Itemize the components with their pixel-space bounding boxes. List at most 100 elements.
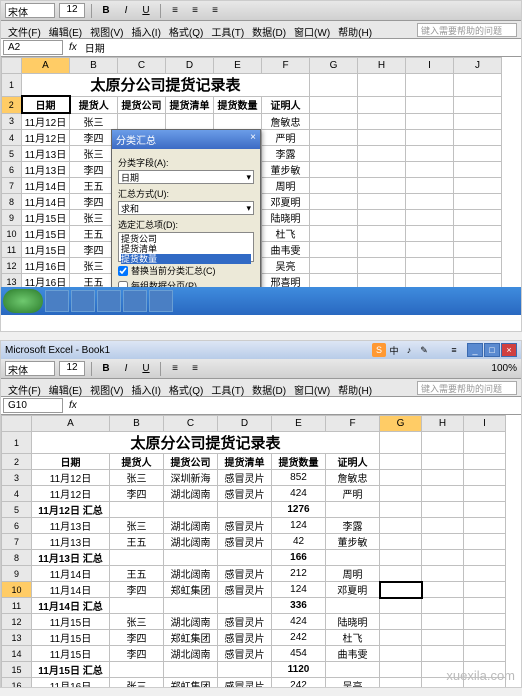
cell[interactable]: 董步敏 xyxy=(262,162,310,178)
cell[interactable]: 邢喜明 xyxy=(262,274,310,288)
menu-data[interactable]: 数据(D) xyxy=(249,381,289,394)
fx-icon[interactable]: fx xyxy=(65,42,81,53)
cell[interactable] xyxy=(110,550,164,566)
underline-button[interactable]: U xyxy=(138,361,154,377)
cell[interactable]: 感冒灵片 xyxy=(218,614,272,630)
menu-help[interactable]: 帮助(H) xyxy=(335,23,375,36)
row-header[interactable]: 2 xyxy=(2,96,22,113)
menu-view[interactable]: 视图(V) xyxy=(87,381,126,394)
menu-insert[interactable]: 插入(I) xyxy=(128,381,163,394)
cell[interactable]: 11月13日 xyxy=(32,534,110,550)
cell[interactable]: 242 xyxy=(272,678,326,688)
cell[interactable]: 11月16日 xyxy=(22,258,70,274)
menu-insert[interactable]: 插入(I) xyxy=(128,23,163,36)
cell[interactable]: 李露 xyxy=(326,518,380,534)
taskbar-item[interactable] xyxy=(97,290,121,312)
size-select[interactable]: 12 xyxy=(59,361,85,376)
cell[interactable]: 李四 xyxy=(110,486,164,502)
pagebreak-checkbox[interactable]: 每组数据分页(P) xyxy=(118,279,254,287)
cell[interactable]: 11月16日 xyxy=(22,274,70,288)
cell[interactable]: 124 xyxy=(272,518,326,534)
sogou-ime-bar[interactable]: S中♪✎≡ xyxy=(372,343,461,357)
cell[interactable]: 周明 xyxy=(326,566,380,582)
cell[interactable]: 李四 xyxy=(110,630,164,646)
name-box[interactable]: G10 xyxy=(3,398,63,413)
cell[interactable]: 1276 xyxy=(272,502,326,518)
col-header[interactable]: E xyxy=(214,58,262,74)
col-header[interactable]: H xyxy=(422,416,464,432)
cell[interactable]: 336 xyxy=(272,598,326,614)
replace-checkbox[interactable]: 替换当前分类汇总(C) xyxy=(118,264,254,277)
cell[interactable]: 周明 xyxy=(262,178,310,194)
cell[interactable]: 11月14日 xyxy=(32,582,110,598)
menu-file[interactable]: 文件(F) xyxy=(5,23,44,36)
row-header[interactable]: 7 xyxy=(2,178,22,194)
row-header[interactable]: 14 xyxy=(2,646,32,662)
cell[interactable]: 张三 xyxy=(110,678,164,688)
cell[interactable]: 11月14日 汇总 xyxy=(32,598,110,614)
cell[interactable]: 11月15日 汇总 xyxy=(32,662,110,678)
font-select[interactable]: 宋体 xyxy=(5,361,55,376)
taskbar-item[interactable] xyxy=(123,290,147,312)
cell[interactable]: 张三 xyxy=(110,614,164,630)
cell[interactable]: 感冒灵片 xyxy=(218,518,272,534)
row-header[interactable]: 13 xyxy=(2,274,22,288)
col-header[interactable]: J xyxy=(454,58,502,74)
cell[interactable]: 董步敏 xyxy=(326,534,380,550)
cell[interactable]: 11月15日 xyxy=(32,646,110,662)
cell[interactable] xyxy=(218,502,272,518)
menu-file[interactable]: 文件(F) xyxy=(5,381,44,394)
cell[interactable]: 张三 xyxy=(70,113,118,130)
row-header[interactable]: 5 xyxy=(2,146,22,162)
cell[interactable]: 郑虹集团 xyxy=(164,582,218,598)
row-header[interactable]: 1 xyxy=(2,74,22,97)
cell[interactable] xyxy=(164,502,218,518)
help-search[interactable]: 键入需要帮助的问题 xyxy=(417,381,517,395)
cell[interactable]: 詹敏忠 xyxy=(262,113,310,130)
cell[interactable]: 严明 xyxy=(262,130,310,146)
cell[interactable]: 124 xyxy=(272,582,326,598)
name-box[interactable]: A2 xyxy=(3,40,63,55)
cell[interactable]: 感冒灵片 xyxy=(218,630,272,646)
col-header[interactable]: A xyxy=(32,416,110,432)
cell[interactable]: 212 xyxy=(272,566,326,582)
col-header[interactable]: B xyxy=(70,58,118,74)
cell[interactable]: 严明 xyxy=(326,486,380,502)
cell[interactable] xyxy=(110,502,164,518)
size-select[interactable]: 12 xyxy=(59,3,85,18)
cell[interactable]: 852 xyxy=(272,470,326,486)
align-left-icon[interactable]: ≡ xyxy=(167,361,183,377)
menu-view[interactable]: 视图(V) xyxy=(87,23,126,36)
cell[interactable]: 湖北阔南 xyxy=(164,518,218,534)
menu-window[interactable]: 窗口(W) xyxy=(291,381,333,394)
menu-tools[interactable]: 工具(T) xyxy=(208,381,247,394)
cell[interactable]: 陆晓明 xyxy=(262,210,310,226)
row-header[interactable]: 11 xyxy=(2,242,22,258)
cell[interactable] xyxy=(214,113,262,130)
taskbar-item[interactable] xyxy=(149,290,173,312)
font-select[interactable]: 宋体 xyxy=(5,3,55,18)
row-header[interactable]: 6 xyxy=(2,162,22,178)
help-search[interactable]: 键入需要帮助的问题 xyxy=(417,23,517,37)
cell[interactable]: 感冒灵片 xyxy=(218,470,272,486)
formula-input[interactable]: 日期 xyxy=(81,39,521,56)
cell[interactable] xyxy=(166,113,214,130)
row-header[interactable]: 3 xyxy=(2,470,32,486)
menu-format[interactable]: 格式(Q) xyxy=(166,381,206,394)
cell[interactable]: 11月16日 xyxy=(32,678,110,688)
bold-button[interactable]: B xyxy=(98,361,114,377)
menu-data[interactable]: 数据(D) xyxy=(249,23,289,36)
cell[interactable]: 11月13日 xyxy=(32,518,110,534)
col-header[interactable]: C xyxy=(118,58,166,74)
cell[interactable]: 42 xyxy=(272,534,326,550)
col-header[interactable]: D xyxy=(218,416,272,432)
cell[interactable]: 11月15日 xyxy=(22,242,70,258)
col-header[interactable]: B xyxy=(110,416,164,432)
cell[interactable]: 湖北阔南 xyxy=(164,566,218,582)
cell[interactable]: 陆晓明 xyxy=(326,614,380,630)
row-header[interactable]: 8 xyxy=(2,194,22,210)
italic-button[interactable]: I xyxy=(118,3,134,19)
cell[interactable]: 邓夏明 xyxy=(262,194,310,210)
cell[interactable] xyxy=(326,502,380,518)
cell[interactable] xyxy=(110,598,164,614)
